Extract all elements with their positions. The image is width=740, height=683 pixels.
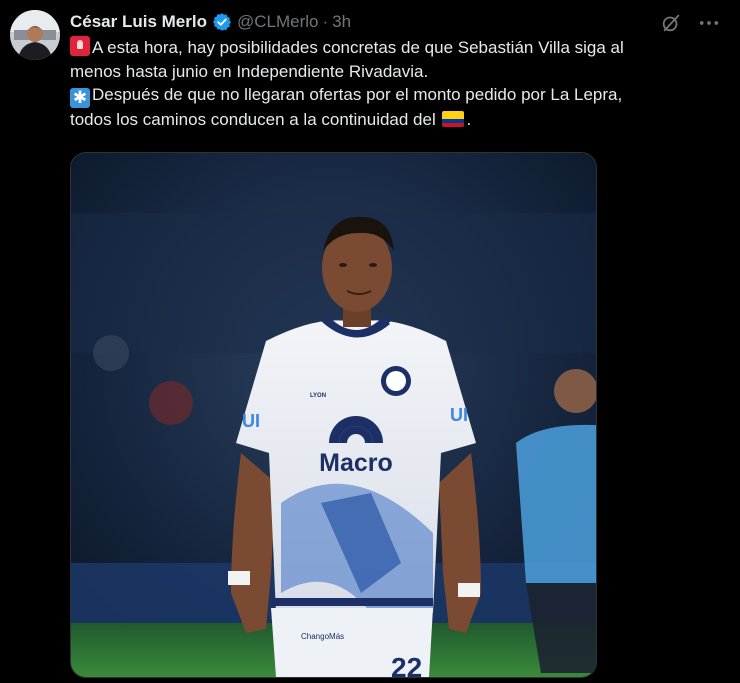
author-name[interactable]: César Luis Merlo xyxy=(70,12,207,32)
shorts-number-text: 22 xyxy=(391,652,422,677)
left-sleeve-text: UI xyxy=(242,411,260,431)
rotating-light-icon xyxy=(70,36,90,56)
tweet-header: César Luis Merlo @CLMerlo · 3h xyxy=(70,10,351,34)
tweet-actions xyxy=(660,12,720,34)
shorts-sponsor-text: ChangoMás xyxy=(301,632,344,641)
tweet-photo[interactable]: Macro LYON UI UI ChangoMás 22 xyxy=(70,152,597,678)
avatar[interactable] xyxy=(10,10,60,60)
tweet-text: A esta hora, hay posibilidades concretas… xyxy=(70,36,720,132)
tweet-text-segment: todos los caminos conducen a la continui… xyxy=(70,110,436,129)
timestamp[interactable]: 3h xyxy=(332,12,351,32)
tweet-text-segment: A esta hora, hay posibilidades concretas… xyxy=(92,38,624,57)
separator-dot: · xyxy=(322,12,329,31)
tweet[interactable]: César Luis Merlo @CLMerlo · 3h A esta ho… xyxy=(0,0,740,683)
author-handle[interactable]: @CLMerlo xyxy=(237,12,319,32)
tweet-text-line: todos los caminos conducen a la continui… xyxy=(70,108,720,132)
kit-brand-text: LYON xyxy=(310,393,326,399)
tweet-text-segment: Después de que no llegaran ofertas por e… xyxy=(92,85,623,104)
tweet-text-segment: . xyxy=(466,110,472,129)
tweet-text-line: ✱ Después de que no llegaran ofertas por … xyxy=(70,83,720,108)
right-sleeve-text: UI xyxy=(450,405,468,425)
tweet-text-line: menos hasta junio en Independiente Rivad… xyxy=(70,60,720,84)
tweet-text-segment: menos hasta junio en Independiente Rivad… xyxy=(70,61,429,81)
tweet-text-line: A esta hora, hay posibilidades concretas… xyxy=(70,36,720,60)
sponsor-text: Macro xyxy=(319,449,393,477)
colombia-flag-icon xyxy=(442,111,465,127)
grok-icon[interactable] xyxy=(660,12,682,34)
verified-badge-icon xyxy=(212,12,232,32)
asterisk-icon: ✱ xyxy=(70,88,90,108)
more-options-icon[interactable] xyxy=(698,12,720,34)
